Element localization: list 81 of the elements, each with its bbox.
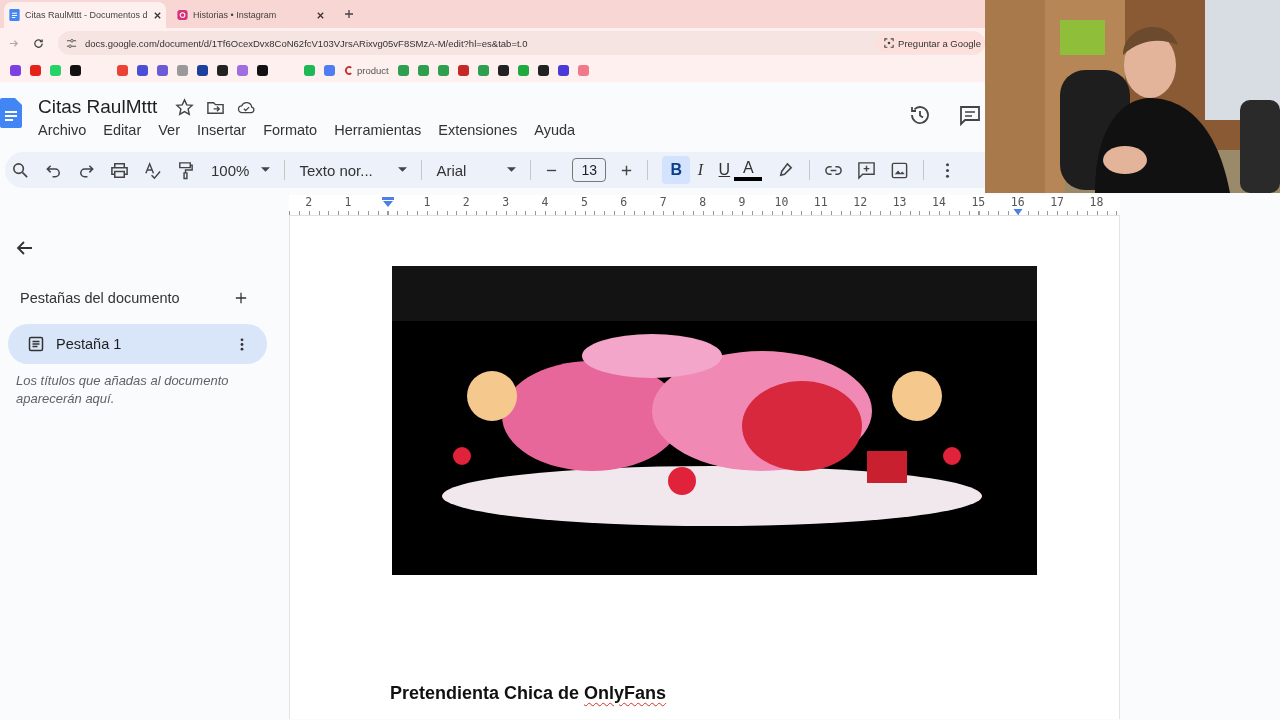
url-text: docs.google.com/document/d/1Tf6OcexDvx8CoN62fcV103VJrsARixvg05vF8SMzA-M/edit?hl=es&tab=t.0 — [85, 37, 529, 49]
ruler-number: 7 — [659, 196, 667, 209]
ruler-number: 1 — [423, 196, 431, 209]
browser-tab[interactable]: Citas RaulMttt - Documentos d — [4, 2, 166, 28]
bookmark-icon[interactable] — [557, 64, 569, 76]
ruler-number: 10 — [774, 196, 789, 209]
bookmark-icon[interactable] — [257, 64, 268, 76]
ruler-number: 18 — [1089, 196, 1104, 209]
sidebar-heading: Pestañas del documento — [20, 290, 180, 306]
style-dropdown[interactable]: Texto nor... — [299, 161, 408, 179]
ruler-number: 1 — [344, 196, 352, 209]
ruler[interactable]: 2 1 1 2 3 4 5 6 7 8 9 10 11 12 13 14 15 16 17 18 — [289, 195, 1120, 216]
site-settings-icon — [66, 37, 77, 49]
ruler-number: 8 — [699, 196, 707, 209]
document-page[interactable]: Pretendienta Chica de OnlyFans — [289, 216, 1120, 719]
ruler-number: 2 — [305, 196, 313, 209]
search-icon[interactable] — [11, 160, 30, 180]
menu-item[interactable]: Editar — [103, 122, 142, 138]
address-bar[interactable]: docs.google.com/document/d/1Tf6OcexDvx8CoN62fcV103VJrsARixvg05vF8SMzA-M/edit?hl=es&tab=t.0 Preguntar a Google — [58, 31, 985, 55]
font-dropdown[interactable]: Arial — [436, 161, 517, 179]
menu-item[interactable]: Formato — [263, 122, 318, 138]
browser-tab[interactable]: Historias • Instagram — [172, 2, 330, 28]
ruler-number: 16 — [1010, 196, 1025, 209]
menu-item[interactable]: Insertar — [197, 122, 247, 138]
document-tab[interactable]: Pestaña 1 — [8, 324, 267, 364]
menu-item[interactable]: Herramientas — [334, 122, 422, 138]
bookmark-icon[interactable] — [537, 64, 549, 76]
sidebar-hint: Los títulos que añadas al documento aparecerán aquí. — [16, 372, 230, 408]
paint-format-icon[interactable] — [176, 160, 195, 180]
ruler-number: 9 — [738, 196, 746, 209]
zoom-dropdown[interactable]: 100% — [211, 161, 271, 179]
new-tab-icon[interactable] — [344, 9, 354, 19]
add-comment-icon[interactable] — [857, 160, 877, 180]
ruler-number: 11 — [813, 196, 828, 209]
document-icon — [28, 336, 44, 352]
add-tab-icon[interactable] — [235, 292, 247, 304]
ruler-number: 5 — [580, 196, 588, 209]
menu-item[interactable]: Ver — [158, 122, 180, 138]
document-icon — [9, 9, 20, 21]
format-button[interactable]: B — [662, 156, 691, 184]
ruler-number: 14 — [932, 196, 946, 209]
letter-c-icon — [344, 64, 353, 76]
history-icon[interactable] — [908, 103, 932, 127]
document-title[interactable]: Citas RaulMttt — [38, 96, 158, 118]
caret-icon — [507, 167, 517, 173]
font-size-field[interactable]: 13 — [572, 158, 607, 182]
comment-icon[interactable] — [958, 103, 982, 127]
format-button[interactable]: A — [734, 159, 763, 181]
bookmark-icon[interactable] — [497, 64, 509, 76]
spellcheck-icon[interactable] — [143, 160, 162, 180]
menu-item[interactable]: Ayuda — [534, 122, 576, 138]
reload-icon[interactable] — [33, 37, 44, 49]
bookmark-icon[interactable] — [197, 64, 208, 76]
ruler-number: 13 — [892, 196, 907, 209]
close-icon[interactable] — [316, 10, 325, 20]
print-icon[interactable] — [110, 160, 129, 180]
indent-marker-icon[interactable] — [382, 197, 394, 207]
ruler-number: 12 — [853, 196, 868, 209]
ruler-number: 4 — [541, 196, 549, 209]
star-icon[interactable] — [175, 97, 195, 117]
ruler-number: 15 — [971, 196, 986, 209]
bookmark-icon[interactable] — [217, 64, 228, 76]
bookmark[interactable]: product — [344, 64, 389, 76]
caret-icon — [398, 167, 408, 173]
menu-item[interactable]: Extensiones — [438, 122, 518, 138]
menu-item[interactable]: Archivo — [38, 122, 87, 138]
camera-icon — [177, 9, 188, 21]
image-icon[interactable] — [890, 160, 910, 180]
plus-icon[interactable] — [620, 163, 634, 177]
lens-icon — [884, 38, 895, 48]
ask-google-button[interactable]: Preguntar a Google — [876, 33, 985, 53]
caret-icon — [261, 167, 271, 173]
more-icon[interactable] — [239, 336, 245, 352]
bookmark-icon[interactable] — [70, 64, 81, 76]
ruler-number: 17 — [1050, 196, 1065, 209]
ruler-number: 6 — [620, 196, 628, 209]
close-icon[interactable] — [152, 10, 162, 20]
document-heading: Pretendienta Chica de OnlyFans — [390, 683, 668, 704]
docs-logo-icon[interactable] — [0, 98, 22, 128]
ruler-number: 3 — [502, 196, 510, 209]
ruler-number: 2 — [462, 196, 470, 209]
